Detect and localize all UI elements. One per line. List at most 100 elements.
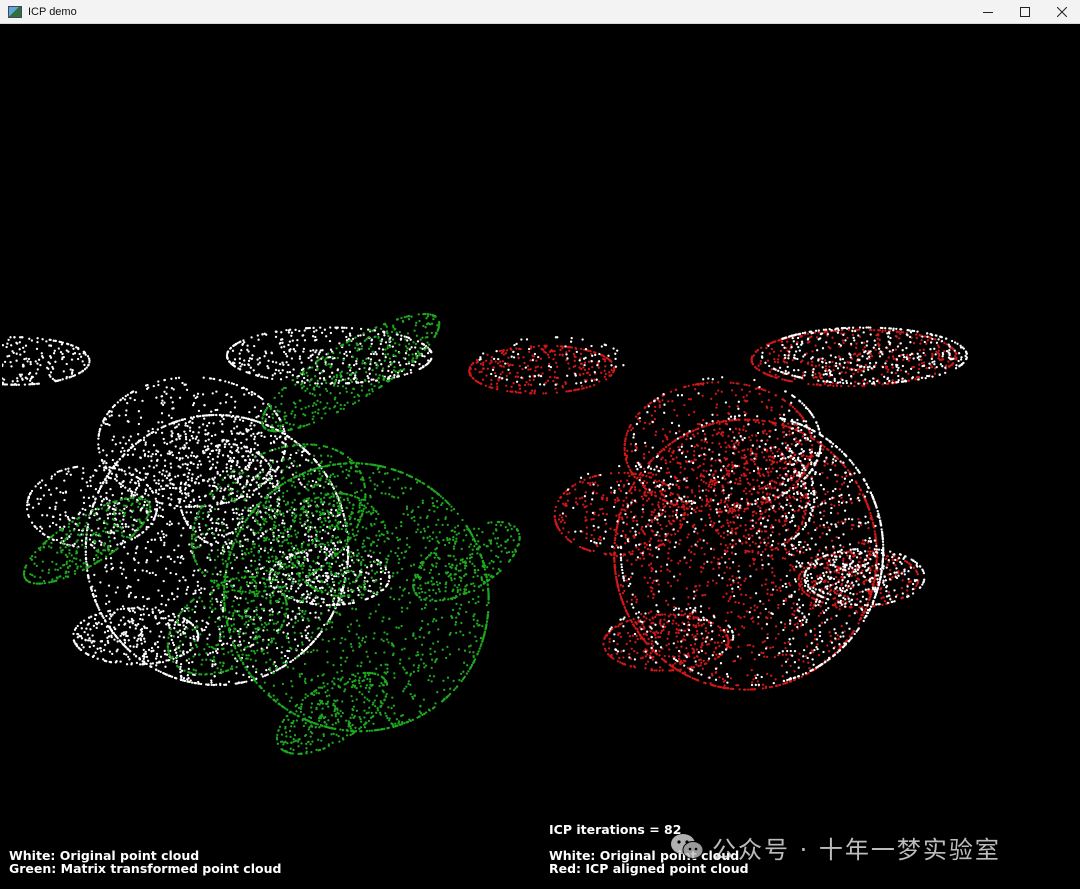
cloud-point: [397, 496, 400, 499]
cloud-point: [389, 596, 392, 599]
minimize-button[interactable]: [969, 0, 1006, 24]
cloud-point: [122, 616, 125, 619]
cloud-point: [325, 695, 329, 698]
cloud-point: [278, 561, 281, 564]
cloud-point: [207, 438, 210, 441]
cloud-point: [237, 451, 240, 454]
cloud-point: [410, 363, 414, 367]
cloud-point: [216, 651, 219, 655]
close-button[interactable]: [1043, 0, 1080, 24]
cloud-point: [127, 595, 131, 598]
cloud-point: [77, 347, 80, 351]
cloud-point: [111, 450, 114, 453]
cloud-point: [281, 361, 284, 364]
cloud-point: [448, 503, 451, 506]
cloud-point: [341, 553, 345, 556]
cloud-point: [355, 633, 358, 636]
cloud-point: [384, 492, 387, 495]
cloud-point: [189, 636, 192, 640]
cloud-point: [304, 629, 307, 632]
cloud-point: [330, 508, 333, 511]
cloud-point: [311, 479, 314, 483]
point-cloud-canvas[interactable]: [2, 25, 1078, 887]
cloud-point: [56, 470, 59, 474]
cloud-point: [365, 566, 369, 569]
cloud-point: [239, 526, 243, 529]
cloud-point: [243, 609, 247, 612]
cloud-point: [248, 489, 251, 492]
cloud-point: [263, 435, 266, 439]
cloud-point: [346, 382, 350, 385]
cloud-point: [97, 527, 100, 530]
cloud-point: [227, 557, 230, 560]
cloud-point: [149, 662, 152, 665]
cloud-point: [233, 406, 237, 409]
cloud-point: [303, 485, 306, 489]
cloud-point: [364, 686, 368, 690]
cloud-point: [393, 373, 396, 377]
cloud-point: [270, 490, 274, 493]
cloud-point: [335, 603, 338, 607]
cloud-point: [67, 350, 70, 353]
cloud-point: [240, 681, 243, 684]
cloud-point: [170, 638, 173, 642]
cloud-point: [283, 654, 287, 658]
cloud-point: [348, 582, 351, 585]
cloud-point: [170, 619, 173, 622]
cloud-point: [121, 446, 124, 450]
cloud-point: [251, 453, 254, 457]
cloud-point: [154, 657, 158, 660]
cloud-point: [330, 363, 333, 366]
cloud-point: [249, 618, 253, 621]
cloud-point: [275, 667, 278, 670]
title-bar[interactable]: ICP demo: [0, 0, 1080, 24]
maximize-button[interactable]: [1006, 0, 1043, 24]
cloud-point: [357, 552, 360, 555]
cloud-point: [400, 714, 403, 718]
cloud-point: [436, 691, 439, 694]
cloud-point: [122, 607, 126, 610]
cloud-point: [207, 513, 210, 517]
cloud-point: [297, 478, 300, 481]
cloud-point: [413, 515, 416, 519]
cloud-point: [250, 434, 253, 437]
cloud-point: [178, 487, 182, 490]
cloud-point: [252, 631, 255, 634]
cloud-point: [104, 643, 107, 647]
cloud-point: [312, 514, 315, 517]
cloud-point: [187, 620, 191, 623]
cloud-point: [281, 645, 284, 649]
cloud-point: [315, 349, 318, 352]
cloud-point: [179, 466, 182, 469]
cloud-point: [39, 363, 42, 367]
cloud-point: [171, 453, 174, 457]
cloud-point: [341, 728, 345, 732]
cloud-point: [260, 673, 263, 676]
cloud-point: [267, 470, 271, 474]
cloud-point: [265, 477, 268, 480]
cloud-point: [184, 496, 188, 499]
cloud-point: [196, 505, 199, 508]
cloud-point: [36, 340, 39, 344]
cloud-point: [273, 489, 276, 492]
cloud-point: [100, 622, 103, 626]
cloud-point: [243, 534, 246, 537]
cloud-point: [446, 645, 449, 649]
cloud-point: [249, 645, 252, 648]
cloud-point: [409, 487, 413, 490]
cloud-point: [437, 572, 441, 576]
cloud-point: [193, 569, 196, 572]
cloud-point: [204, 494, 207, 497]
render-viewport[interactable]: White: Original point cloud Green: Matri…: [2, 25, 1078, 887]
cloud-point: [81, 467, 85, 470]
cloud-point: [283, 522, 286, 525]
cloud-point: [218, 444, 221, 447]
cloud-point: [326, 541, 329, 544]
cloud-point: [473, 589, 476, 592]
cloud-point: [124, 486, 127, 489]
cloud-point: [413, 694, 416, 697]
cloud-point: [350, 694, 353, 698]
cloud-point: [29, 362, 32, 366]
cloud-point: [420, 607, 424, 611]
cloud-point: [261, 595, 265, 598]
